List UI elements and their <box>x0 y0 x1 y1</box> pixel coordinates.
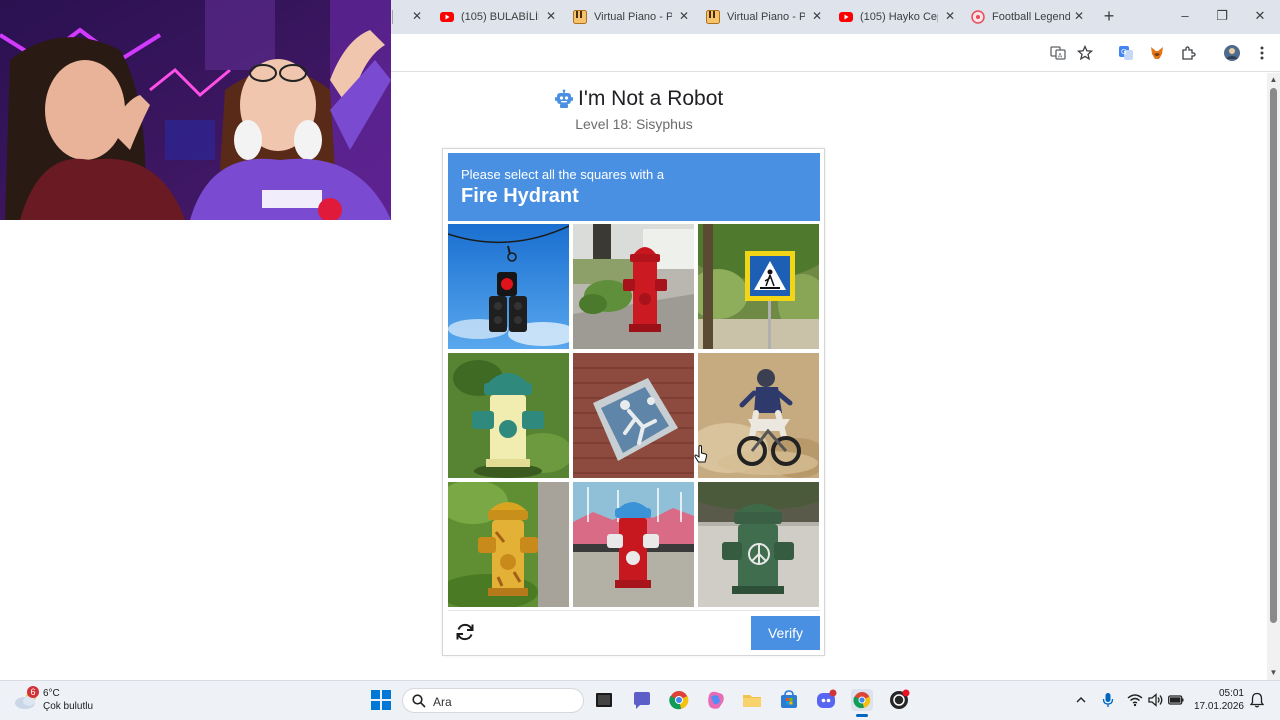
robot-icon <box>555 89 573 108</box>
taskbar-search-placeholder: Ara <box>433 695 452 709</box>
captcha-tile-yellow-fire-hydrant[interactable] <box>448 482 569 607</box>
ball-icon <box>971 10 985 24</box>
copilot-icon[interactable] <box>705 689 727 711</box>
tab-youtube-2[interactable]: (105) Hayko Cep ✕ <box>839 6 957 28</box>
tab-close-icon[interactable]: ✕ <box>544 9 558 23</box>
translate-extension-icon[interactable]: G <box>1116 43 1136 63</box>
tab-title: Football Legend <box>992 11 1070 23</box>
captcha-tile-blue-red-fire-hydrant[interactable] <box>573 482 694 607</box>
tab-title: (105) BULABİLİR <box>461 11 539 23</box>
search-icon <box>412 694 426 708</box>
tab-close-icon[interactable]: ✕ <box>1072 9 1086 23</box>
tab-youtube-1[interactable]: (105) BULABİLİR ✕ <box>440 6 558 28</box>
clock-date[interactable]: 17.01.2026 <box>1186 701 1244 712</box>
teams-chat-icon[interactable] <box>631 689 653 711</box>
metamask-fox-icon[interactable] <box>1147 43 1167 63</box>
captcha-footer-divider <box>448 610 820 611</box>
scroll-up-icon[interactable]: ▲ <box>1269 76 1278 84</box>
page-title: I'm Not a Robot <box>554 86 723 112</box>
discord-icon[interactable] <box>815 689 837 711</box>
captcha-tile-motocross-rider[interactable] <box>698 353 819 478</box>
youtube-icon <box>440 10 454 24</box>
battery-icon[interactable] <box>1168 694 1184 706</box>
translate-icon[interactable]: A <box>1048 43 1068 63</box>
youtube-icon <box>839 10 853 24</box>
captcha-header: Please select all the squares with a Fir… <box>448 153 820 221</box>
clock-time[interactable]: 05:01 <box>1190 688 1244 699</box>
tab-close-icon[interactable]: ✕ <box>943 9 957 23</box>
level-subtitle: Level 18: Sisyphus <box>575 116 693 132</box>
microsoft-store-icon[interactable] <box>778 689 800 711</box>
captcha-tile-green-fire-hydrant[interactable] <box>698 482 819 607</box>
page-scrollbar[interactable]: ▲ ▼ <box>1267 73 1280 680</box>
captcha-tile-red-fire-hydrant[interactable] <box>573 224 694 349</box>
weather-badge: 6 <box>27 686 39 698</box>
tab-virtual-piano-2[interactable]: Virtual Piano - P ✕ <box>706 6 824 28</box>
chrome-icon[interactable] <box>668 689 690 711</box>
chrome-active-icon[interactable] <box>851 689 873 711</box>
page-title-text: I'm Not a Robot <box>578 87 724 110</box>
extensions-puzzle-icon[interactable] <box>1178 43 1198 63</box>
tab-close-icon[interactable]: ✕ <box>677 9 691 23</box>
bookmark-star-icon[interactable] <box>1075 43 1095 63</box>
captcha-tile-crosswalk-sign[interactable] <box>698 224 819 349</box>
tab-title: Virtual Piano - P <box>594 11 672 23</box>
task-view-icon[interactable] <box>593 689 615 711</box>
active-app-indicator <box>856 714 868 717</box>
taskbar-search-box[interactable]: Ara <box>402 688 584 713</box>
weather-temperature: 6°C <box>43 688 60 699</box>
notification-bell-icon[interactable] <box>1250 692 1264 708</box>
tab-separator <box>392 10 393 24</box>
tab-partial[interactable]: ✕ <box>404 6 424 28</box>
close-window-icon[interactable]: ✕ <box>1245 6 1275 26</box>
speaker-volume-icon[interactable] <box>1148 693 1164 707</box>
verify-button[interactable]: Verify <box>751 616 820 650</box>
tab-football-legend[interactable]: Football Legend ✕ <box>971 6 1086 28</box>
tab-close-icon[interactable]: ✕ <box>810 9 824 23</box>
captcha-tile-green-yellow-fire-hydrant[interactable] <box>448 353 569 478</box>
tab-virtual-piano-1[interactable]: Virtual Piano - P ✕ <box>573 6 691 28</box>
profile-avatar-icon[interactable] <box>1222 43 1242 63</box>
reload-icon[interactable] <box>454 621 476 643</box>
webcam-overlay <box>0 0 391 220</box>
svg-text:G: G <box>1121 48 1126 56</box>
scroll-down-icon[interactable]: ▼ <box>1269 669 1278 677</box>
weather-condition: Çok bulutlu <box>43 701 94 712</box>
captcha-tile-traffic-light[interactable] <box>448 224 569 349</box>
hand-cursor-icon <box>694 445 708 463</box>
captcha-target-object: Fire Hydrant <box>461 185 579 207</box>
obs-record-icon[interactable] <box>888 689 910 711</box>
new-tab-icon[interactable]: + <box>1100 7 1118 25</box>
wifi-icon[interactable] <box>1127 693 1143 707</box>
piano-icon <box>573 10 587 24</box>
tab-title: (105) Hayko Cep <box>860 11 938 23</box>
tab-close-icon[interactable]: ✕ <box>410 9 424 23</box>
restore-icon[interactable]: ❐ <box>1207 6 1237 26</box>
windows-start-icon[interactable] <box>371 690 391 710</box>
piano-icon <box>706 10 720 24</box>
tab-title: Virtual Piano - P <box>727 11 805 23</box>
menu-kebab-icon[interactable] <box>1252 43 1272 63</box>
captcha-tile-pedestrian-pavement-marking[interactable] <box>573 353 694 478</box>
file-explorer-icon[interactable] <box>741 689 763 711</box>
scrollbar-thumb[interactable] <box>1270 88 1277 623</box>
screen: ✕ (105) BULABİLİR ✕ Virtual Piano - P ✕ … <box>0 0 1280 720</box>
minimize-icon[interactable]: – <box>1170 6 1200 26</box>
microphone-icon[interactable] <box>1102 692 1114 708</box>
chevron-up-icon[interactable] <box>1075 694 1087 706</box>
captcha-prompt: Please select all the squares with a <box>461 167 665 182</box>
